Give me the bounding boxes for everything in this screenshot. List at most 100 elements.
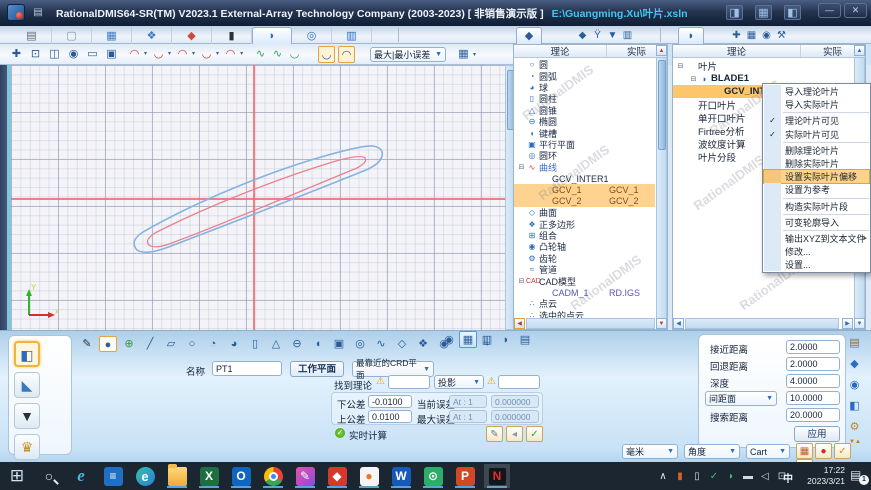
spacing-dropdown[interactable]: 间距面▼: [705, 391, 777, 406]
scroll-left-button[interactable]: ◀: [514, 318, 525, 329]
tree-item[interactable]: GCV_2 GCV_2: [514, 196, 655, 207]
monitor-icon[interactable]: ▥: [621, 29, 634, 42]
paint-icon[interactable]: ✎: [292, 464, 318, 488]
chrome-icon[interactable]: ●: [260, 464, 286, 488]
dropdown-arrow[interactable]: ▾: [168, 50, 171, 57]
excel-icon[interactable]: X: [196, 464, 222, 488]
tree-item[interactable]: ◉ 凸轮轴: [514, 241, 655, 252]
coord-dropdown[interactable]: Cart▼: [746, 444, 790, 459]
plane-probe-icon[interactable]: ◠: [174, 46, 191, 63]
apply-button[interactable]: 应用: [794, 426, 840, 442]
scroll-down-button[interactable]: ▼: [656, 318, 667, 329]
curve-icon[interactable]: ∿: [372, 336, 390, 352]
search-icon[interactable]: ○: [36, 464, 62, 488]
retract-input[interactable]: [786, 357, 840, 371]
tab-machine[interactable]: ▥: [332, 27, 372, 44]
calibrate-icon[interactable]: ▤: [846, 335, 863, 352]
scan-closed-icon[interactable]: ∿: [269, 46, 286, 63]
probe-t-icon[interactable]: Ÿ: [591, 29, 604, 42]
vector-status-icon[interactable]: ✓: [834, 443, 851, 459]
curve-probe-icon[interactable]: ◠: [222, 46, 239, 63]
usb-icon[interactable]: ▯: [689, 471, 705, 482]
pan-icon[interactable]: ◫: [46, 46, 63, 63]
word-icon[interactable]: W: [388, 464, 414, 488]
scroll-left-button[interactable]: ◀: [673, 318, 684, 329]
fixture-icon[interactable]: ▼: [606, 29, 619, 42]
grid-status-icon[interactable]: ▦: [796, 443, 813, 459]
probe-erase-icon[interactable]: ◂: [506, 426, 523, 442]
tab-blade-shield[interactable]: ◗: [678, 27, 704, 44]
tree-item[interactable]: ❖ 正多边形: [514, 218, 655, 229]
scrollbar-thumb[interactable]: [658, 60, 666, 150]
tree-item[interactable]: ○ 圆: [514, 59, 655, 70]
tree-item[interactable]: GCV_INTER1: [514, 173, 655, 184]
context-menu-item[interactable]: 删除实际叶片: [764, 157, 869, 170]
slot-icon[interactable]: ◖: [309, 336, 327, 352]
expand-toggle-icon[interactable]: ⊟: [689, 75, 698, 83]
workplane-button[interactable]: 工作平面: [290, 361, 344, 377]
angle-dropdown[interactable]: 角度▼: [684, 444, 740, 459]
powerpoint-icon[interactable]: P: [452, 464, 478, 488]
projection-input[interactable]: [498, 375, 540, 389]
point-probe-icon[interactable]: ◠: [126, 46, 143, 63]
tree-item[interactable]: ◕ 球: [514, 82, 655, 93]
context-menu-item[interactable]: 可变轮廓导入: [764, 216, 869, 229]
tree-item[interactable]: ⚙ 齿轮: [514, 253, 655, 264]
probe-sound-tab[interactable]: ◉: [440, 331, 458, 348]
context-menu-item[interactable]: 导入实际叶片: [764, 98, 869, 111]
arc-icon[interactable]: ◔: [204, 336, 222, 352]
tab-document[interactable]: ▢: [52, 27, 92, 44]
line-probe-icon[interactable]: ◡: [150, 46, 167, 63]
feature-panel-hscrollbar[interactable]: [526, 318, 655, 329]
scroll-up-button[interactable]: ▲: [854, 45, 865, 56]
probe-path-tab[interactable]: ◗: [497, 331, 515, 348]
theory-column-header[interactable]: 理论: [514, 45, 607, 57]
window-tab[interactable]: ▥: [478, 331, 496, 348]
report-icon[interactable]: ▦: [455, 46, 472, 63]
tree-item[interactable]: CADM_1 RD.IGS: [514, 287, 655, 298]
find-theory-input[interactable]: [388, 375, 430, 389]
tree-item[interactable]: ◎ 圆环: [514, 150, 655, 161]
blade-section-icon[interactable]: ◡: [318, 46, 335, 63]
scan-surface-icon[interactable]: ◡: [286, 46, 303, 63]
tree-item[interactable]: ⊖ 椭圆: [514, 116, 655, 127]
context-menu-item[interactable]: 删除理论叶片: [764, 144, 869, 157]
cone-icon[interactable]: △: [267, 336, 285, 352]
spacing-input[interactable]: [786, 391, 840, 405]
plane-icon[interactable]: ▱: [162, 336, 180, 352]
units-dropdown[interactable]: 毫米▼: [622, 444, 678, 459]
expand-toggle-icon[interactable]: ⊟: [517, 277, 526, 285]
tab-table[interactable]: ▦: [92, 27, 132, 44]
find-probe-icon[interactable]: ◉: [846, 377, 863, 394]
scroll-right-button[interactable]: ▶: [842, 318, 853, 329]
expand-toggle-icon[interactable]: ⊟: [676, 62, 685, 70]
wechat-tray-icon[interactable]: ◗: [723, 471, 739, 482]
tab-file[interactable]: ▤: [12, 27, 52, 44]
tree-item[interactable]: ⊟ ∿ 曲线: [514, 162, 655, 173]
tab-program[interactable]: ❖: [132, 27, 172, 44]
tree-item[interactable]: △ 圆锥: [514, 105, 655, 116]
context-menu-item[interactable]: ✓ 理论叶片可见: [764, 114, 869, 127]
wechat-icon[interactable]: ⊙: [420, 464, 446, 488]
ie-icon[interactable]: e: [68, 464, 94, 488]
card-tab[interactable]: ▤: [516, 331, 534, 348]
tree-item[interactable]: ◔ 圆弧: [514, 70, 655, 81]
camera-tray-icon[interactable]: ▬: [740, 471, 756, 482]
taskbar-clock[interactable]: 17:22 2023/3/21: [799, 465, 845, 487]
ime-indicator[interactable]: 中: [783, 470, 793, 485]
ball-status-icon[interactable]: ●: [815, 443, 832, 459]
context-menu-item[interactable]: 设置为参考: [764, 183, 869, 196]
tray-expand-icon[interactable]: ∧: [655, 471, 671, 482]
start-icon[interactable]: ⊞: [4, 464, 30, 488]
close-button[interactable]: ✕: [844, 3, 867, 18]
tab-tolerance[interactable]: ◆: [172, 27, 212, 44]
view-eye-icon[interactable]: ◉: [65, 46, 82, 63]
gauge-mode-button[interactable]: ◣: [14, 372, 40, 398]
machine-control-icon[interactable]: ◨: [726, 5, 743, 20]
tree-item[interactable]: ▣ 平行平面: [514, 139, 655, 150]
polygon-icon[interactable]: ❖: [414, 336, 432, 352]
camera-icon[interactable]: ◉: [760, 29, 773, 42]
rationaldmis-icon[interactable]: N: [484, 464, 510, 488]
joystick-icon[interactable]: ◧: [784, 5, 801, 20]
sphere-icon[interactable]: ◕: [225, 336, 243, 352]
